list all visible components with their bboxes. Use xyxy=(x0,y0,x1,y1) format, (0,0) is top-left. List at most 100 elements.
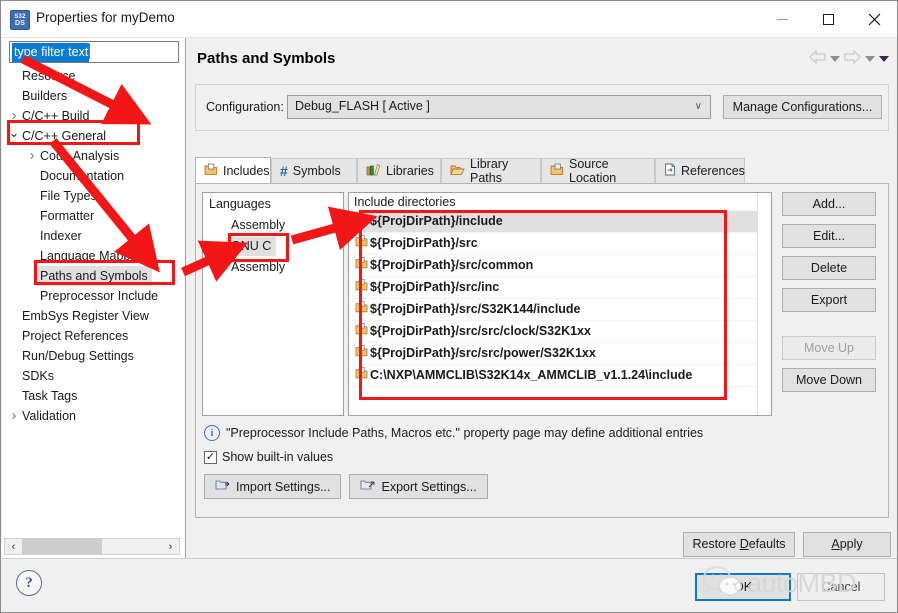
include-list-scrollbar[interactable] xyxy=(757,193,771,415)
document-icon xyxy=(664,163,676,179)
sidebar-item-project-references[interactable]: Project References xyxy=(2,326,184,346)
view-menu-icon[interactable] xyxy=(879,55,889,62)
include-directory-row[interactable]: ${ProjDirPath}/src/src/clock/S32K1xx xyxy=(349,321,771,343)
sidebar-item-label: Language Mappings xyxy=(40,249,154,263)
help-icon[interactable]: ? xyxy=(16,570,42,596)
import-settings-button[interactable]: Import Settings... xyxy=(204,474,342,499)
tab-includes[interactable]: Includes xyxy=(195,157,271,183)
scroll-right-icon[interactable]: › xyxy=(162,541,179,553)
chevron-down-icon[interactable]: ⌄ xyxy=(8,126,20,140)
chevron-right-icon[interactable]: › xyxy=(8,106,20,126)
hash-icon: # xyxy=(280,162,288,179)
sidebar-item-run-debug-settings[interactable]: Run/Debug Settings xyxy=(2,346,184,366)
export-button[interactable]: Export xyxy=(782,288,876,312)
language-item[interactable]: Assembly xyxy=(231,258,285,277)
include-directory-row[interactable]: ${ProjDirPath}/src/inc xyxy=(349,277,771,299)
sidebar-item-embsys-register-view[interactable]: EmbSys Register View xyxy=(2,306,184,326)
include-directory-row[interactable]: ${ProjDirPath}/src/common xyxy=(349,255,771,277)
sidebar-item-indexer[interactable]: Indexer xyxy=(2,226,184,246)
forward-arrow-icon[interactable] xyxy=(844,49,861,67)
folder-icon xyxy=(355,255,370,276)
restore-defaults-button[interactable]: Restore Defaults xyxy=(683,532,795,557)
show-builtin-values-row[interactable]: ✓ Show built-in values xyxy=(204,450,333,464)
tab-source-location[interactable]: Source Location xyxy=(541,157,655,185)
manage-configurations-button[interactable]: Manage Configurations... xyxy=(723,95,882,119)
configuration-select[interactable]: Debug_FLASH [ Active ] ∨ xyxy=(287,95,711,119)
include-directory-row[interactable]: ${ProjDirPath}/src/src/power/S32K1xx xyxy=(349,343,771,365)
sidebar-item-sdks[interactable]: SDKs xyxy=(2,366,184,386)
sidebar-item-label: Code Analysis xyxy=(40,149,120,163)
sidebar-item-builders[interactable]: Builders xyxy=(2,86,184,106)
sidebar-item-formatter[interactable]: Formatter xyxy=(2,206,184,226)
folder-icon xyxy=(355,211,370,232)
language-item[interactable]: GNU C xyxy=(226,237,277,256)
chevron-right-icon[interactable]: › xyxy=(26,146,38,166)
tab-label: References xyxy=(681,164,745,178)
minimize-button[interactable] xyxy=(759,1,805,37)
chevron-right-icon[interactable]: › xyxy=(8,406,20,426)
button-label: Import Settings... xyxy=(236,479,331,494)
s32ds-icon-line2: DS xyxy=(14,19,26,27)
tree-horizontal-scrollbar[interactable]: ‹ › xyxy=(4,538,180,555)
page-title: Paths and Symbols xyxy=(197,50,336,67)
include-directory-path: ${ProjDirPath}/src/src/clock/S32K1xx xyxy=(370,324,591,338)
add-button[interactable]: Add... xyxy=(782,192,876,216)
export-icon xyxy=(360,478,375,495)
sidebar-item-file-types[interactable]: File Types xyxy=(2,186,184,206)
sidebar-item-c-c-general[interactable]: ⌄ C/C++ General xyxy=(2,126,184,146)
back-arrow-icon[interactable] xyxy=(809,49,826,67)
sidebar-item-label: C/C++ Build xyxy=(22,109,90,123)
tab-label: Libraries xyxy=(386,164,434,178)
s32ds-icon: S32 DS xyxy=(10,10,30,30)
show-builtin-values-checkbox[interactable]: ✓ xyxy=(204,450,217,464)
sidebar-item-language-mappings[interactable]: Language Mappings xyxy=(2,246,184,266)
sidebar-item-paths-and-symbols[interactable]: Paths and Symbols xyxy=(2,266,184,286)
sidebar-item-c-c-build[interactable]: › C/C++ Build xyxy=(2,106,184,126)
tab-libraries[interactable]: Libraries xyxy=(357,158,441,183)
include-directory-row[interactable]: C:\NXP\AMMCLIB\S32K14x_AMMCLIB_v1.1.24\i… xyxy=(349,365,771,387)
folder-icon xyxy=(355,365,370,386)
tab-symbols[interactable]: # Symbols xyxy=(271,158,357,183)
cancel-button[interactable]: Cancel xyxy=(797,573,885,601)
tab-library-paths[interactable]: Library Paths xyxy=(441,157,541,185)
settings-tree: Resource Builders › C/C++ Build ⌄ C/C++ Gener… xyxy=(2,66,184,426)
window-title: Properties for myDemo xyxy=(36,10,175,25)
sidebar-item-resource[interactable]: Resource xyxy=(2,66,184,86)
apply-label-post: pply xyxy=(839,537,863,551)
languages-list[interactable]: Languages Assembly GNU C Assembly xyxy=(202,192,344,416)
apply-button[interactable]: Apply xyxy=(803,532,891,557)
ok-button[interactable]: OK xyxy=(695,573,791,601)
title-bar: S32 DS Properties for myDemo xyxy=(1,1,897,38)
language-item[interactable]: Assembly xyxy=(231,216,285,235)
scroll-left-icon[interactable]: ‹ xyxy=(5,541,22,553)
back-dropdown-icon[interactable] xyxy=(830,55,840,62)
sidebar-item-documentation[interactable]: Documentation xyxy=(2,166,184,186)
delete-button[interactable]: Delete xyxy=(782,256,876,280)
sidebar-item-validation[interactable]: › Validation xyxy=(2,406,184,426)
tab-references[interactable]: References xyxy=(655,158,745,183)
restore-defaults-mnemonic: D xyxy=(739,537,749,551)
include-directory-row[interactable]: ${ProjDirPath}/src xyxy=(349,233,771,255)
sidebar-item-task-tags[interactable]: Task Tags xyxy=(2,386,184,406)
maximize-button[interactable] xyxy=(805,1,851,37)
nav-arrows xyxy=(809,49,889,67)
sidebar-item-code-analysis[interactable]: › Code Analysis xyxy=(2,146,184,166)
forward-dropdown-icon[interactable] xyxy=(865,55,875,62)
export-settings-button[interactable]: Export Settings... xyxy=(349,474,488,499)
edit-button[interactable]: Edit... xyxy=(782,224,876,248)
restore-defaults-label-pre: Restore xyxy=(692,537,740,551)
scrollbar-thumb[interactable] xyxy=(22,539,102,554)
sidebar-item-preprocessor-include[interactable]: Preprocessor Include xyxy=(2,286,184,306)
filter-input[interactable]: type filter text xyxy=(9,41,179,63)
include-directory-row[interactable]: ${ProjDirPath}/include xyxy=(349,211,771,233)
import-icon xyxy=(215,478,230,495)
close-button[interactable] xyxy=(851,1,897,37)
include-directories-list[interactable]: Include directories ${ProjDirPath}/inclu… xyxy=(348,192,772,416)
move-down-button[interactable]: Move Down xyxy=(782,368,876,392)
include-directory-path: ${ProjDirPath}/src/common xyxy=(370,258,534,272)
include-directory-row[interactable]: ${ProjDirPath}/src/S32K144/include xyxy=(349,299,771,321)
sidebar-item-label: Resource xyxy=(22,69,76,83)
restore-defaults-label-post: efaults xyxy=(748,537,786,551)
tab-label: Includes xyxy=(223,163,270,178)
tab-label: Library Paths xyxy=(470,157,509,185)
